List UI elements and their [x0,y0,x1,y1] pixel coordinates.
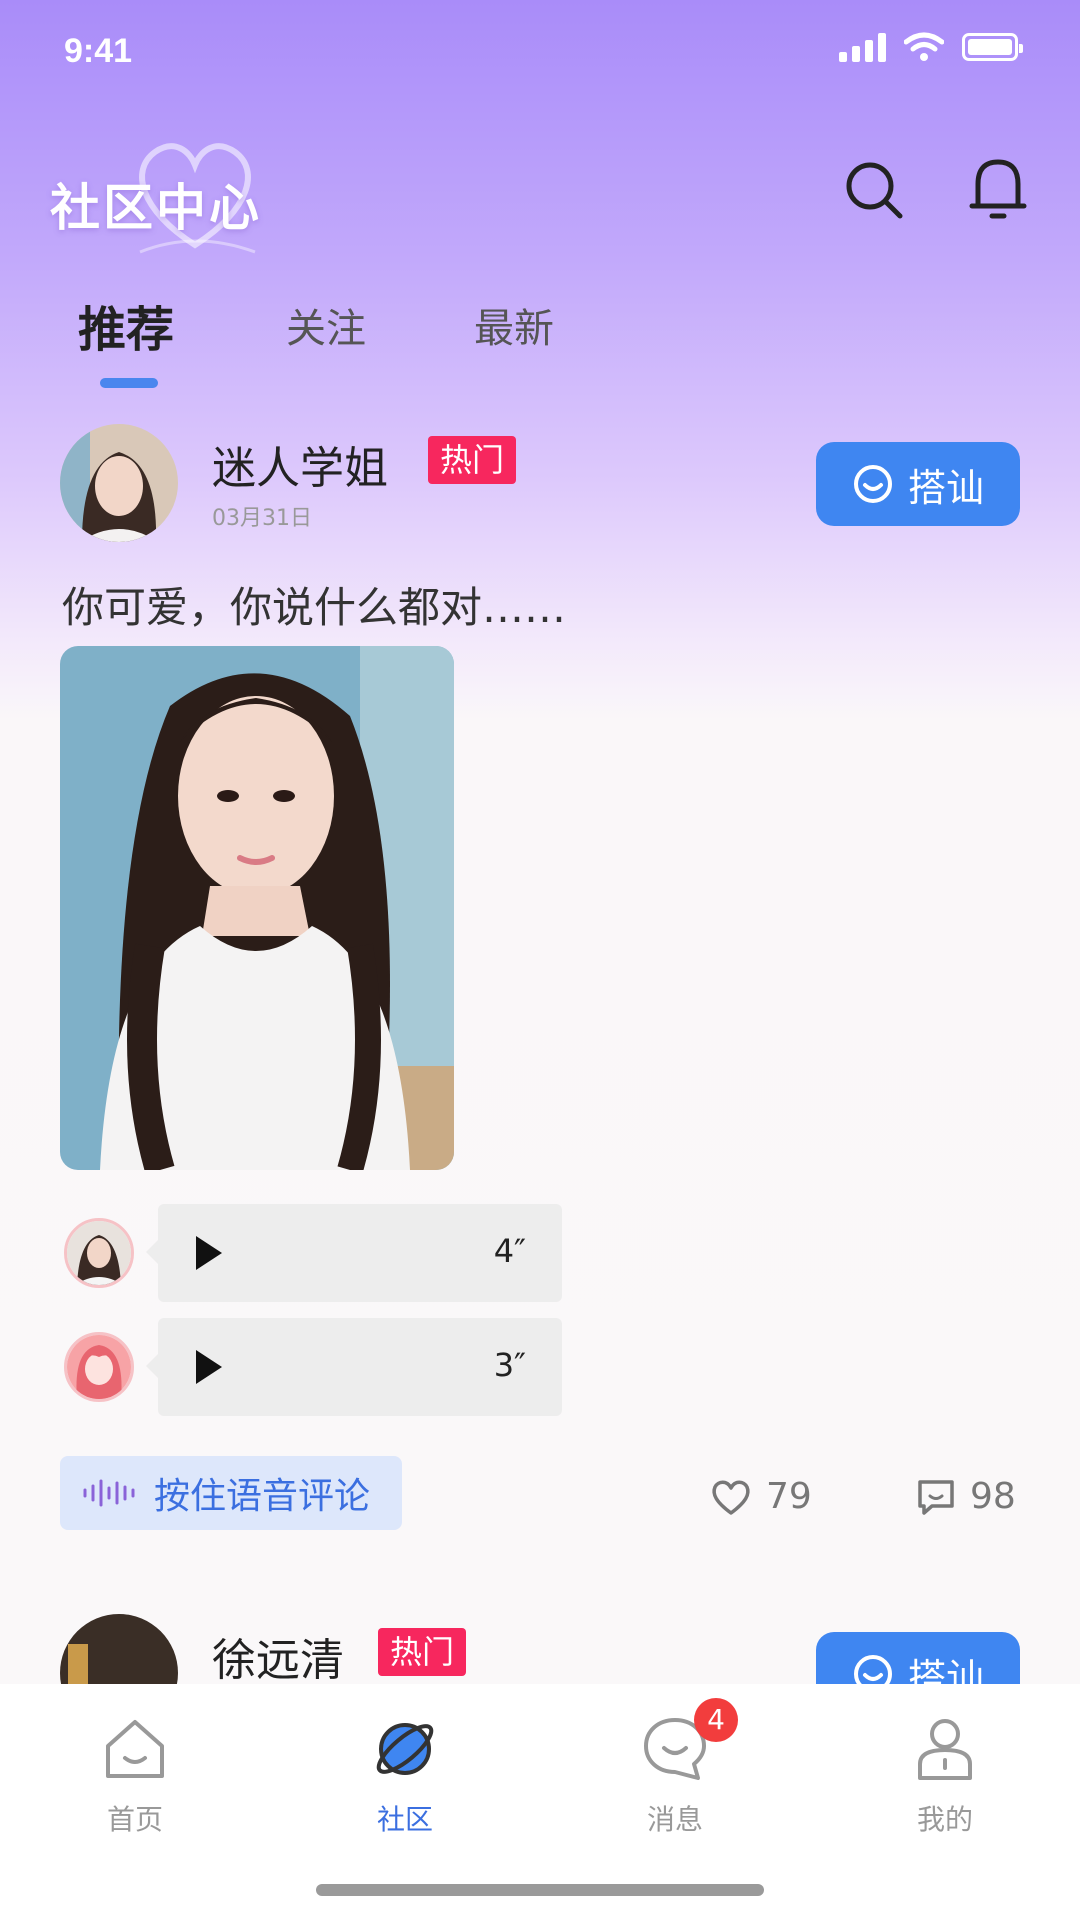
feed-tabs: 推荐 关注 最新 [0,296,1080,396]
tab-indicator [100,378,158,388]
tab-recommend[interactable]: 推荐 [78,290,174,360]
page-title: 社区中心 [50,179,262,237]
hot-badge: 热门 [378,1628,467,1676]
voice-duration: 3″ [493,1346,526,1384]
voice-sender-avatar[interactable] [64,1218,134,1288]
play-icon [196,1236,222,1270]
planet-icon [376,1723,434,1775]
nav-label: 社区 [376,1803,433,1836]
profile-icon [918,1719,972,1780]
status-icons [839,32,1023,62]
like-count: 79 [766,1476,812,1517]
author-name[interactable]: 徐远清 [212,1624,344,1688]
voice-bubble[interactable]: 3″ [146,1318,562,1416]
post-photo[interactable] [60,646,454,1170]
chat-up-button[interactable]: 搭讪 [816,442,1020,526]
tab-following[interactable]: 关注 [286,296,366,354]
tab-latest[interactable]: 最新 [474,296,554,354]
author-avatar[interactable] [60,424,178,542]
voice-message: 4″ [62,1204,562,1302]
nav-item-profile[interactable]: 我的 [865,1714,1025,1838]
voice-comment-button[interactable]: 按住语音评论 [60,1456,402,1530]
header-title-area: 社区中心 [50,130,290,270]
voice-message: 3″ [62,1318,562,1416]
voice-sender-avatar[interactable] [64,1332,134,1402]
wifi-icon [904,32,944,61]
status-bar: 9:41 [0,0,1080,100]
voice-comment-label: 按住语音评论 [154,1476,371,1517]
nav-label: 消息 [646,1803,703,1836]
post-date: 03月31日 [212,506,312,531]
header: 社区中心 [0,120,1080,260]
nav-label: 我的 [916,1803,973,1836]
home-indicator[interactable] [316,1884,764,1896]
unread-badge: 4 [694,1698,738,1742]
cellular-signal-icon [839,32,886,62]
search-icon[interactable] [842,158,906,222]
author-name[interactable]: 迷人学姐 [212,432,388,496]
home-icon [106,1720,164,1778]
like-button[interactable]: 79 [710,1476,812,1517]
nav-item-home[interactable]: 首页 [55,1714,215,1838]
battery-icon [962,33,1023,61]
chat-up-label: 搭讪 [907,465,984,510]
hot-badge: 热门 [428,436,517,484]
nav-item-community[interactable]: 社区 [325,1714,485,1838]
post-text: 你可爱，你说什么都对…… [62,583,567,632]
smile-chat-icon [853,465,892,503]
sound-wave-icon [83,1479,135,1507]
nav-item-messages[interactable]: 4 消息 [595,1698,755,1838]
comment-button[interactable]: 98 [916,1476,1016,1517]
voice-duration: 4″ [493,1232,526,1270]
voice-bubble[interactable]: 4″ [146,1204,562,1302]
bell-icon[interactable] [966,154,1030,224]
comment-count: 98 [970,1476,1016,1517]
heart-icon [712,1480,750,1515]
status-time: 9:41 [64,32,133,70]
comment-icon [918,1479,954,1515]
nav-label: 首页 [106,1803,163,1836]
play-icon [196,1350,222,1384]
